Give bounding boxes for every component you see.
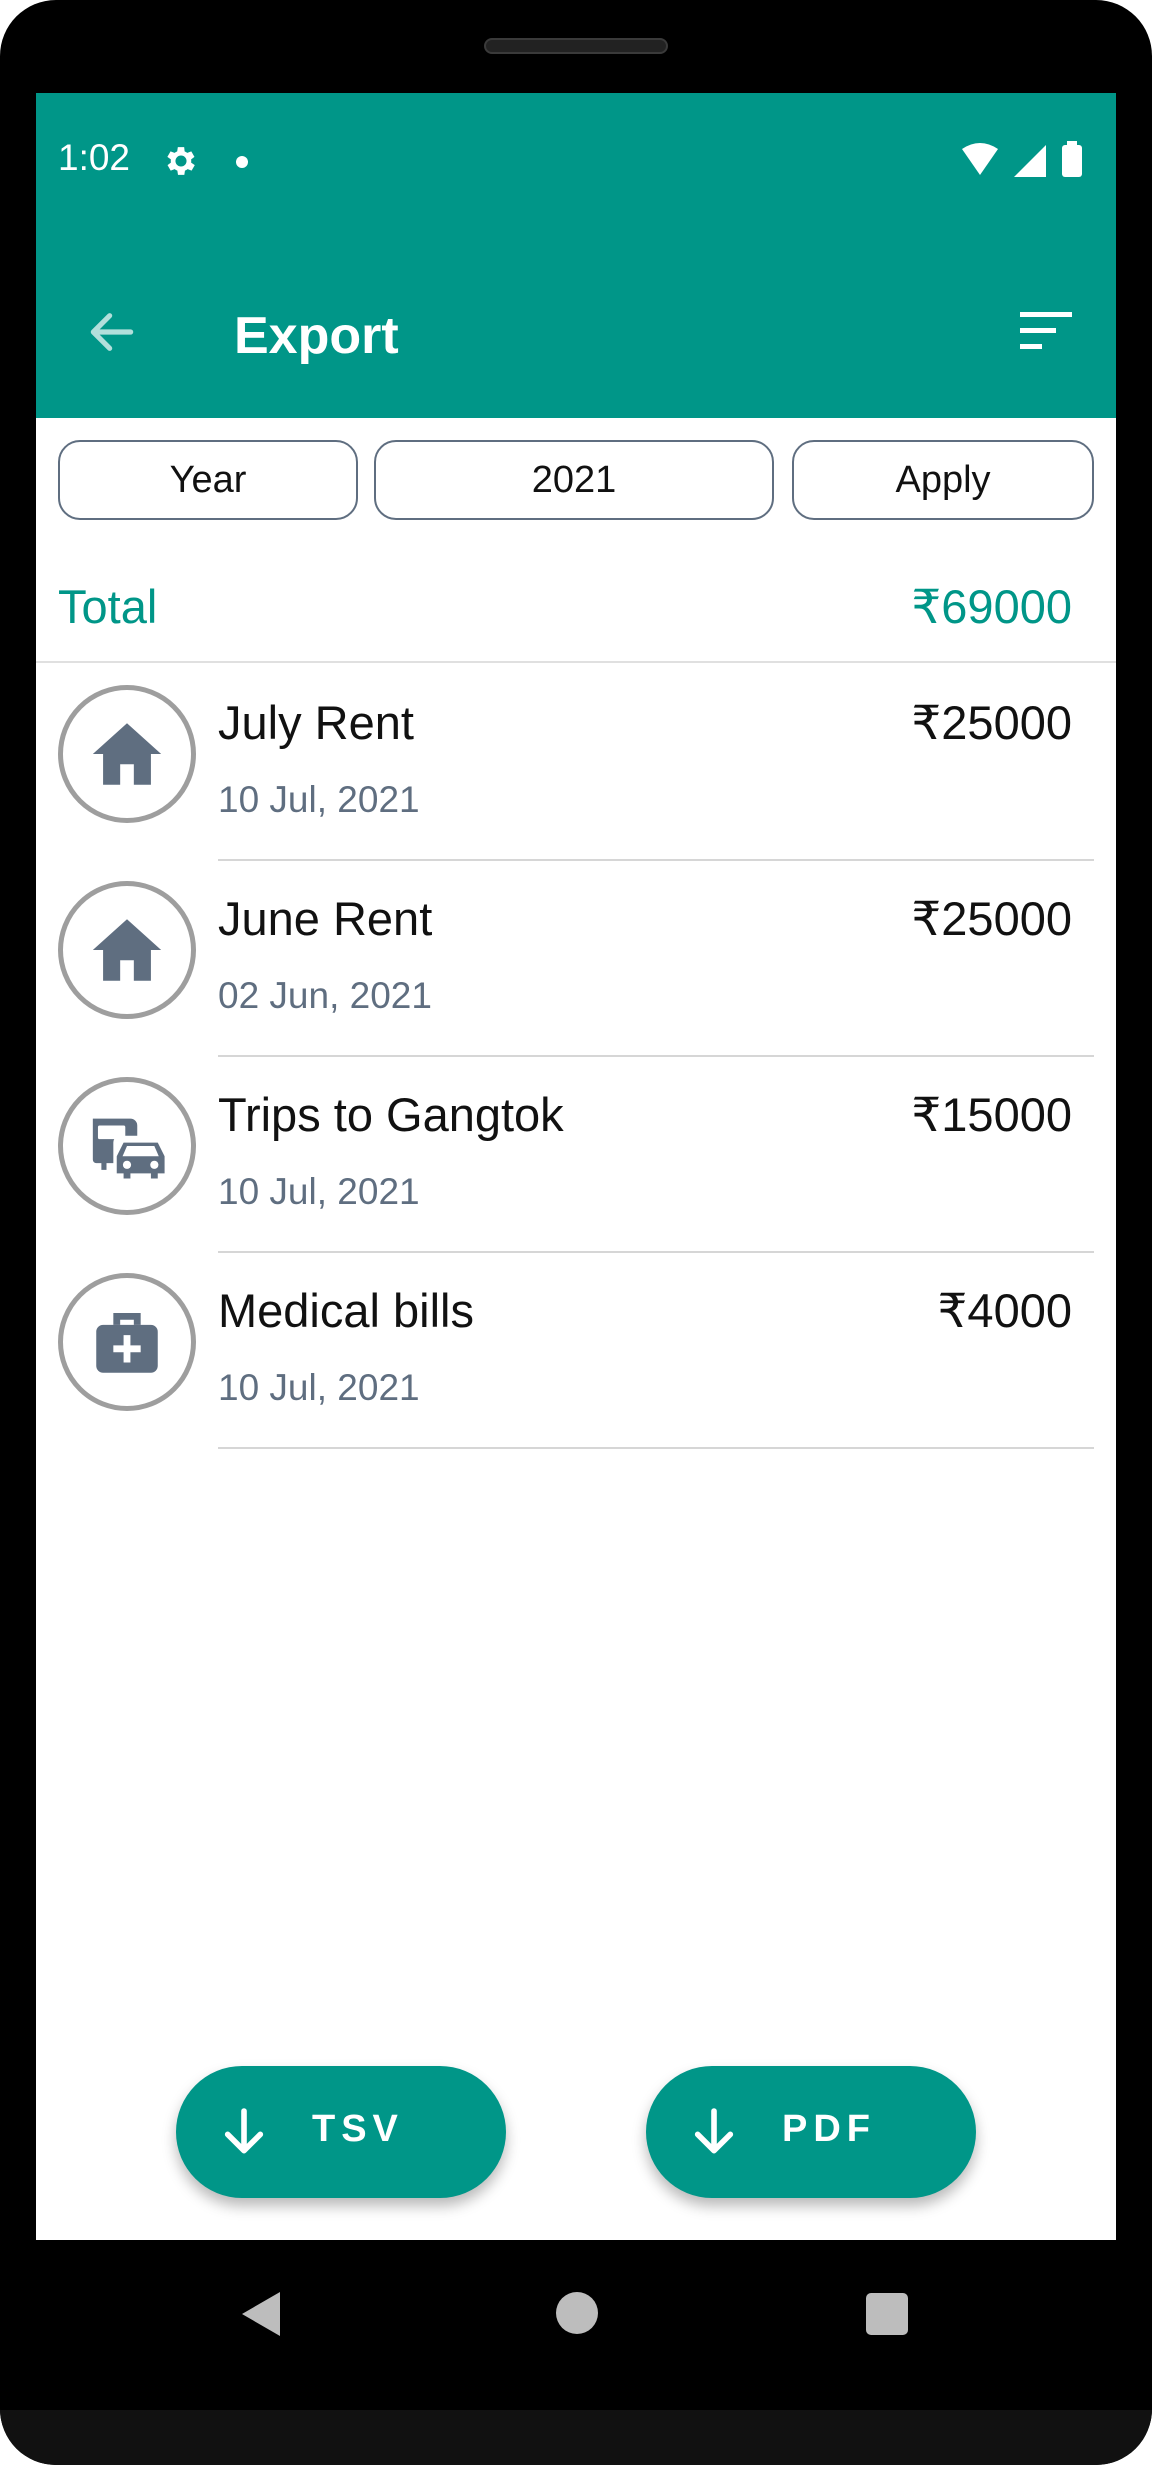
battery-icon bbox=[1062, 145, 1082, 177]
page-title: Export bbox=[234, 307, 399, 365]
status-bar: 1:02 bbox=[36, 93, 1116, 228]
category-avatar bbox=[58, 685, 196, 823]
pdf-label: PDF bbox=[782, 2108, 876, 2150]
status-time: 1:02 bbox=[58, 137, 131, 178]
signal-icon bbox=[1014, 145, 1046, 177]
year-value: 2021 bbox=[531, 458, 617, 501]
divider bbox=[218, 1446, 1094, 1449]
expense-date: 10 Jul, 2021 bbox=[218, 1367, 420, 1408]
wifi-icon bbox=[962, 143, 998, 175]
sort-icon[interactable] bbox=[1016, 306, 1076, 356]
category-avatar bbox=[58, 1077, 196, 1215]
app-bar: Export bbox=[36, 228, 1116, 418]
tsv-label: TSV bbox=[312, 2108, 404, 2150]
notification-dot-icon bbox=[236, 156, 248, 168]
speaker-grille bbox=[484, 38, 668, 54]
download-arrow-icon bbox=[694, 2108, 734, 2154]
list-item[interactable]: July Rent ₹25000 10 Jul, 2021 bbox=[36, 665, 1116, 861]
list-item[interactable]: June Rent ₹25000 02 Jun, 2021 bbox=[36, 861, 1116, 1057]
expense-title: Medical bills bbox=[218, 1284, 474, 1337]
house-icon bbox=[92, 919, 162, 981]
nav-home-icon[interactable] bbox=[556, 2292, 598, 2334]
export-tsv-button[interactable]: TSV bbox=[176, 2066, 506, 2198]
expense-title: Trips to Gangtok bbox=[218, 1088, 564, 1141]
category-avatar bbox=[58, 881, 196, 1019]
transport-icon bbox=[92, 1118, 165, 1179]
gear-icon bbox=[167, 147, 195, 175]
expense-title: June Rent bbox=[218, 892, 433, 945]
nav-back-icon[interactable] bbox=[238, 2290, 284, 2338]
category-avatar bbox=[58, 1273, 196, 1411]
device-chin bbox=[0, 2410, 1152, 2465]
expense-amount: ₹4000 bbox=[937, 1284, 1072, 1337]
phone-frame: 1:02 Export Year 2021 Apply Total ₹69000… bbox=[0, 0, 1152, 2465]
expense-title: July Rent bbox=[218, 696, 414, 749]
download-arrow-icon bbox=[224, 2108, 264, 2154]
expense-date: 10 Jul, 2021 bbox=[218, 779, 420, 820]
expense-amount: ₹25000 bbox=[911, 892, 1072, 945]
house-icon bbox=[92, 723, 162, 785]
expense-list: July Rent ₹25000 10 Jul, 2021 June Rent … bbox=[36, 665, 1116, 1449]
expense-amount: ₹25000 bbox=[911, 696, 1072, 749]
system-status-icons bbox=[962, 141, 1082, 177]
year-selector[interactable]: 2021 bbox=[374, 440, 774, 520]
period-label: Year bbox=[169, 458, 247, 501]
total-amount: ₹69000 bbox=[911, 580, 1072, 633]
list-item[interactable]: Medical bills ₹4000 10 Jul, 2021 bbox=[36, 1253, 1116, 1449]
nav-recents-icon[interactable] bbox=[866, 2293, 908, 2335]
expense-date: 02 Jun, 2021 bbox=[218, 975, 432, 1016]
total-summary: Total ₹69000 bbox=[36, 573, 1116, 663]
app-screen: 1:02 Export Year 2021 Apply Total ₹69000… bbox=[36, 93, 1116, 2240]
system-navigation-bar bbox=[0, 2240, 1152, 2380]
expense-date: 10 Jul, 2021 bbox=[218, 1171, 420, 1212]
arrow-left-icon[interactable] bbox=[84, 304, 140, 360]
medical-kit-icon bbox=[96, 1312, 158, 1373]
apply-label: Apply bbox=[895, 458, 991, 501]
export-pdf-button[interactable]: PDF bbox=[646, 2066, 976, 2198]
expense-amount: ₹15000 bbox=[911, 1088, 1072, 1141]
list-item[interactable]: Trips to Gangtok ₹15000 10 Jul, 2021 bbox=[36, 1057, 1116, 1253]
apply-button[interactable]: Apply bbox=[792, 440, 1094, 520]
period-dropdown[interactable]: Year bbox=[58, 440, 358, 520]
total-label: Total bbox=[58, 580, 158, 633]
